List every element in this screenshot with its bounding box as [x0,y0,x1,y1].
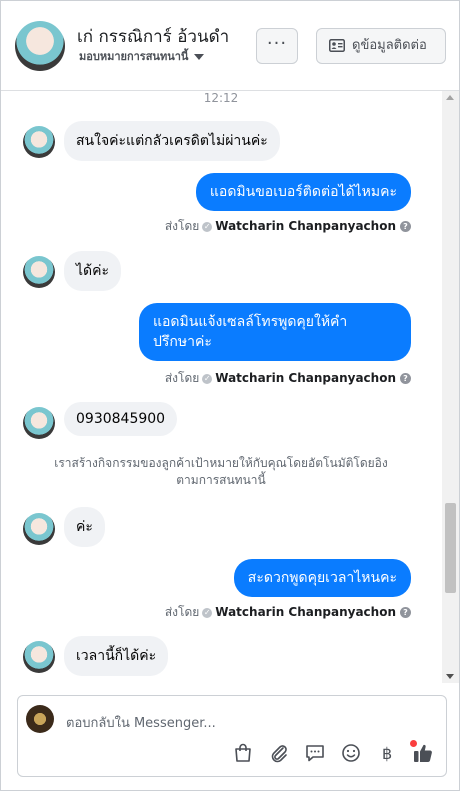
sender-name: Watcharin Chanpanyachon [215,219,396,233]
help-icon[interactable]: ? [400,373,411,384]
help-icon[interactable]: ? [400,221,411,232]
sent-by-line: ส่งโดย ✓ Watcharin Chanpanyachon? [165,603,411,622]
outgoing-message: สะดวกพูดคุยเวลาไหนคะ [233,559,411,597]
contact-avatar-small [23,407,55,439]
incoming-message: ค่ะ [64,507,105,547]
baht-icon[interactable]: ฿ [376,742,398,764]
caret-down-icon [194,54,205,60]
message-timestamp: 12:12 [203,91,239,105]
incoming-message: 0930845900 [64,402,178,436]
conversation-header: เก่ กรรณิการ์ อ้วนดำ มอบหมายการสนทนานี้ … [1,1,459,91]
sender-name: Watcharin Chanpanyachon [215,605,396,619]
assign-conversation-dropdown[interactable]: มอบหมายการสนทนานี้ [79,47,205,65]
scroll-up-arrow-icon[interactable] [446,95,454,100]
scroll-down-arrow-icon[interactable] [446,674,454,679]
sent-by-line: ส่งโดย ✓ Watcharin Chanpanyachon? [165,369,411,388]
chat-bubble-icon[interactable] [304,742,326,764]
message-line: แอดมินแจ้งเซลล์โทรพูดคุยให้คำ [153,314,348,330]
incoming-message: เวลานี้ก็ได้ค่ะ [64,636,169,676]
outgoing-message: แอดมินแจ้งเซลล์โทรพูดคุยให้คำปรึกษาค่ะ [139,303,411,361]
contact-avatar[interactable] [15,21,65,71]
system-notice: เราสร้างกิจกรรมของลูกค้าเป้าหมายให้กับคุ… [21,455,421,489]
incoming-message: ได้ค่ะ [64,251,122,291]
check-icon: ✓ [202,607,213,618]
attachment-icon[interactable] [268,742,290,764]
message-line: ปรึกษาค่ะ [153,334,212,350]
contact-name[interactable]: เก่ กรรณิการ์ อ้วนดำ [77,23,229,50]
sent-by-label: ส่งโดย [164,219,200,233]
message-composer[interactable]: ตอบกลับใน Messenger... ฿ [17,695,447,777]
scroll-thumb[interactable] [445,503,456,593]
contact-avatar-small [23,126,55,158]
contact-avatar-small [23,256,55,288]
contact-avatar-small [23,641,55,673]
view-contact-label: ดูข้อมูลติดต่อ [352,38,427,53]
more-options-button[interactable]: ··· [256,28,298,64]
sent-by-label: ส่งโดย [164,605,200,619]
message-thread[interactable]: 12:12 สนใจค่ะแต่กลัวเครดิตไม่ผ่านค่ะ แอด… [1,91,441,683]
outgoing-message: แอดมินขอเบอร์ติดต่อได้ไหมคะ [195,173,411,211]
contact-card-icon [329,39,345,52]
system-notice-line: เราสร้างกิจกรรมของลูกค้าเป้าหมายให้กับคุ… [54,456,388,470]
page-avatar [26,705,54,733]
help-icon[interactable]: ? [400,607,411,618]
view-contact-button[interactable]: ดูข้อมูลติดต่อ [316,28,446,64]
sender-name: Watcharin Chanpanyachon [215,371,396,385]
reply-input[interactable]: ตอบกลับใน Messenger... [66,712,216,733]
conversation-panel: เก่ กรรณิการ์ อ้วนดำ มอบหมายการสนทนานี้ … [0,0,460,791]
sent-by-line: ส่งโดย ✓ Watcharin Chanpanyachon? [165,217,411,236]
thumbs-up-icon[interactable] [412,742,434,764]
more-icon: ··· [266,33,288,54]
check-icon: ✓ [202,373,213,384]
contact-avatar-small [23,513,55,545]
emoji-icon[interactable] [340,742,362,764]
svg-text:฿: ฿ [382,744,392,763]
thread-scrollbar[interactable] [442,91,459,683]
incoming-message: สนใจค่ะแต่กลัวเครดิตไม่ผ่านค่ะ [64,121,280,161]
check-icon: ✓ [202,221,213,232]
system-notice-line: ตามการสนทนานี้ [176,473,266,487]
shopping-bag-icon[interactable] [232,742,254,764]
sent-by-label: ส่งโดย [164,371,200,385]
assign-label: มอบหมายการสนทนานี้ [79,50,189,63]
